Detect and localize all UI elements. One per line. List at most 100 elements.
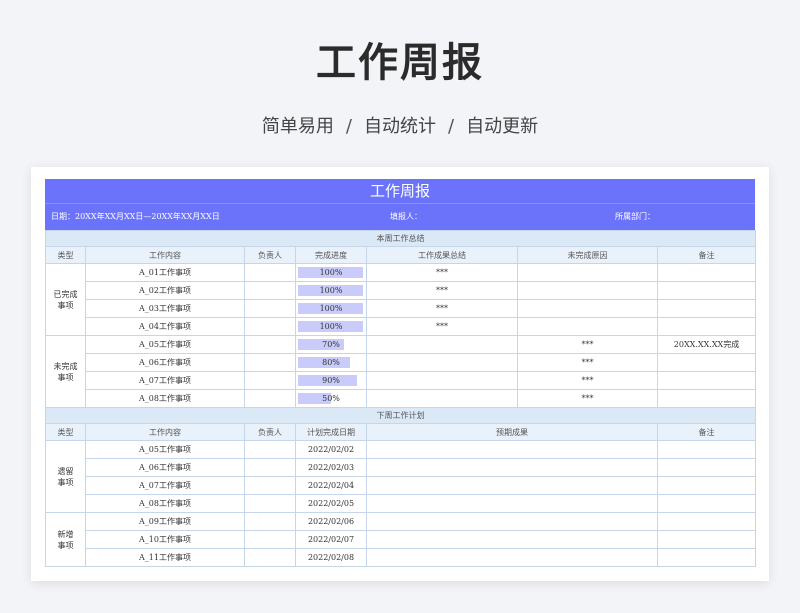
type-cell[interactable]: 已完成 事项: [45, 263, 86, 336]
expected-cell[interactable]: [366, 458, 658, 477]
date-cell[interactable]: 2022/02/03: [295, 458, 367, 477]
result-cell[interactable]: [366, 389, 518, 408]
reason-cell[interactable]: ***: [517, 353, 658, 372]
owner-cell[interactable]: [244, 389, 296, 408]
progress-cell[interactable]: 100%: [295, 317, 367, 336]
expected-cell[interactable]: [366, 494, 658, 513]
note-cell[interactable]: [657, 281, 756, 300]
note-cell[interactable]: [657, 299, 756, 318]
note-cell[interactable]: [657, 440, 756, 459]
table-row: A_03工作事项 100% ***: [46, 299, 756, 318]
type-cell[interactable]: 新增 事项: [45, 512, 86, 567]
content-cell[interactable]: A_06工作事项: [85, 458, 245, 477]
progress-cell[interactable]: 70%: [295, 335, 367, 354]
summary-section-title[interactable]: 本周工作总结: [45, 230, 756, 247]
content-cell[interactable]: A_05工作事项: [85, 440, 245, 459]
expected-cell[interactable]: [366, 512, 658, 531]
progress-bar: 100%: [297, 265, 366, 281]
reason-cell[interactable]: [517, 281, 658, 300]
department-field[interactable]: 所属部门：: [615, 204, 655, 230]
owner-cell[interactable]: [244, 353, 296, 372]
progress-cell[interactable]: 50%: [295, 389, 367, 408]
content-cell[interactable]: A_06工作事项: [85, 353, 245, 372]
content-cell[interactable]: A_08工作事项: [85, 494, 245, 513]
result-cell[interactable]: ***: [366, 263, 518, 282]
date-cell[interactable]: 2022/02/02: [295, 440, 367, 459]
result-cell[interactable]: [366, 371, 518, 390]
reason-cell[interactable]: ***: [517, 335, 658, 354]
expected-cell[interactable]: [366, 440, 658, 459]
content-cell[interactable]: A_07工作事项: [85, 371, 245, 390]
date-cell[interactable]: 2022/02/08: [295, 548, 367, 567]
column-header: 负责人: [244, 246, 296, 264]
owner-cell[interactable]: [244, 530, 296, 549]
progress-cell[interactable]: 90%: [295, 371, 367, 390]
owner-cell[interactable]: [244, 335, 296, 354]
note-cell[interactable]: [657, 512, 756, 531]
reason-cell[interactable]: [517, 317, 658, 336]
note-cell[interactable]: [657, 458, 756, 477]
result-cell[interactable]: ***: [366, 299, 518, 318]
type-cell[interactable]: 未完成 事项: [45, 335, 86, 408]
expected-cell[interactable]: [366, 476, 658, 495]
progress-cell[interactable]: 100%: [295, 263, 367, 282]
type-cell[interactable]: 遗留 事项: [45, 440, 86, 513]
content-cell[interactable]: A_07工作事项: [85, 476, 245, 495]
content-cell[interactable]: A_04工作事项: [85, 317, 245, 336]
reason-cell[interactable]: ***: [517, 371, 658, 390]
reason-cell[interactable]: [517, 299, 658, 318]
note-cell[interactable]: [657, 530, 756, 549]
content-cell[interactable]: A_02工作事项: [85, 281, 245, 300]
note-cell[interactable]: [657, 371, 756, 390]
column-header: 备注: [657, 246, 756, 264]
owner-cell[interactable]: [244, 494, 296, 513]
date-cell[interactable]: 2022/02/05: [295, 494, 367, 513]
date-cell[interactable]: 2022/02/06: [295, 512, 367, 531]
content-cell[interactable]: A_11工作事项: [85, 548, 245, 567]
plan-section-title[interactable]: 下周工作计划: [45, 407, 756, 424]
result-cell[interactable]: ***: [366, 317, 518, 336]
result-cell[interactable]: [366, 353, 518, 372]
note-cell[interactable]: [657, 476, 756, 495]
progress-cell[interactable]: 80%: [295, 353, 367, 372]
owner-cell[interactable]: [244, 476, 296, 495]
note-cell[interactable]: 20XX.XX.XX完成: [657, 335, 756, 354]
reason-cell[interactable]: [517, 263, 658, 282]
subtitle-feature-1: 简单易用: [261, 116, 334, 137]
expected-cell[interactable]: [366, 548, 658, 567]
owner-cell[interactable]: [244, 512, 296, 531]
expected-cell[interactable]: [366, 530, 658, 549]
note-cell[interactable]: [657, 548, 756, 567]
note-cell[interactable]: [657, 389, 756, 408]
owner-cell[interactable]: [244, 548, 296, 567]
owner-cell[interactable]: [244, 317, 296, 336]
content-cell[interactable]: A_05工作事项: [85, 335, 245, 354]
owner-cell[interactable]: [244, 299, 296, 318]
content-cell[interactable]: A_03工作事项: [85, 299, 245, 318]
owner-cell[interactable]: [244, 263, 296, 282]
owner-cell[interactable]: [244, 371, 296, 390]
note-cell[interactable]: [657, 494, 756, 513]
content-cell[interactable]: A_01工作事项: [85, 263, 245, 282]
owner-cell[interactable]: [244, 281, 296, 300]
filler-field[interactable]: 填报人：: [390, 204, 422, 230]
owner-cell[interactable]: [244, 440, 296, 459]
note-cell[interactable]: [657, 317, 756, 336]
progress-cell[interactable]: 100%: [295, 299, 367, 318]
result-cell[interactable]: [366, 335, 518, 354]
progress-text: 100%: [319, 286, 343, 295]
note-cell[interactable]: [657, 263, 756, 282]
owner-cell[interactable]: [244, 458, 296, 477]
result-cell[interactable]: ***: [366, 281, 518, 300]
content-cell[interactable]: A_08工作事项: [85, 389, 245, 408]
table-row: A_11工作事项 2022/02/08: [46, 548, 756, 567]
note-cell[interactable]: [657, 353, 756, 372]
reason-cell[interactable]: ***: [517, 389, 658, 408]
progress-cell[interactable]: 100%: [295, 281, 367, 300]
report-form: 工作周报 日期：20XX年XX月XX日—20XX年XX月XX日 填报人： 所属部…: [45, 179, 756, 567]
content-cell[interactable]: A_10工作事项: [85, 530, 245, 549]
content-cell[interactable]: A_09工作事项: [85, 512, 245, 531]
date-field[interactable]: 日期：20XX年XX月XX日—20XX年XX月XX日: [51, 204, 220, 230]
date-cell[interactable]: 2022/02/07: [295, 530, 367, 549]
date-cell[interactable]: 2022/02/04: [295, 476, 367, 495]
